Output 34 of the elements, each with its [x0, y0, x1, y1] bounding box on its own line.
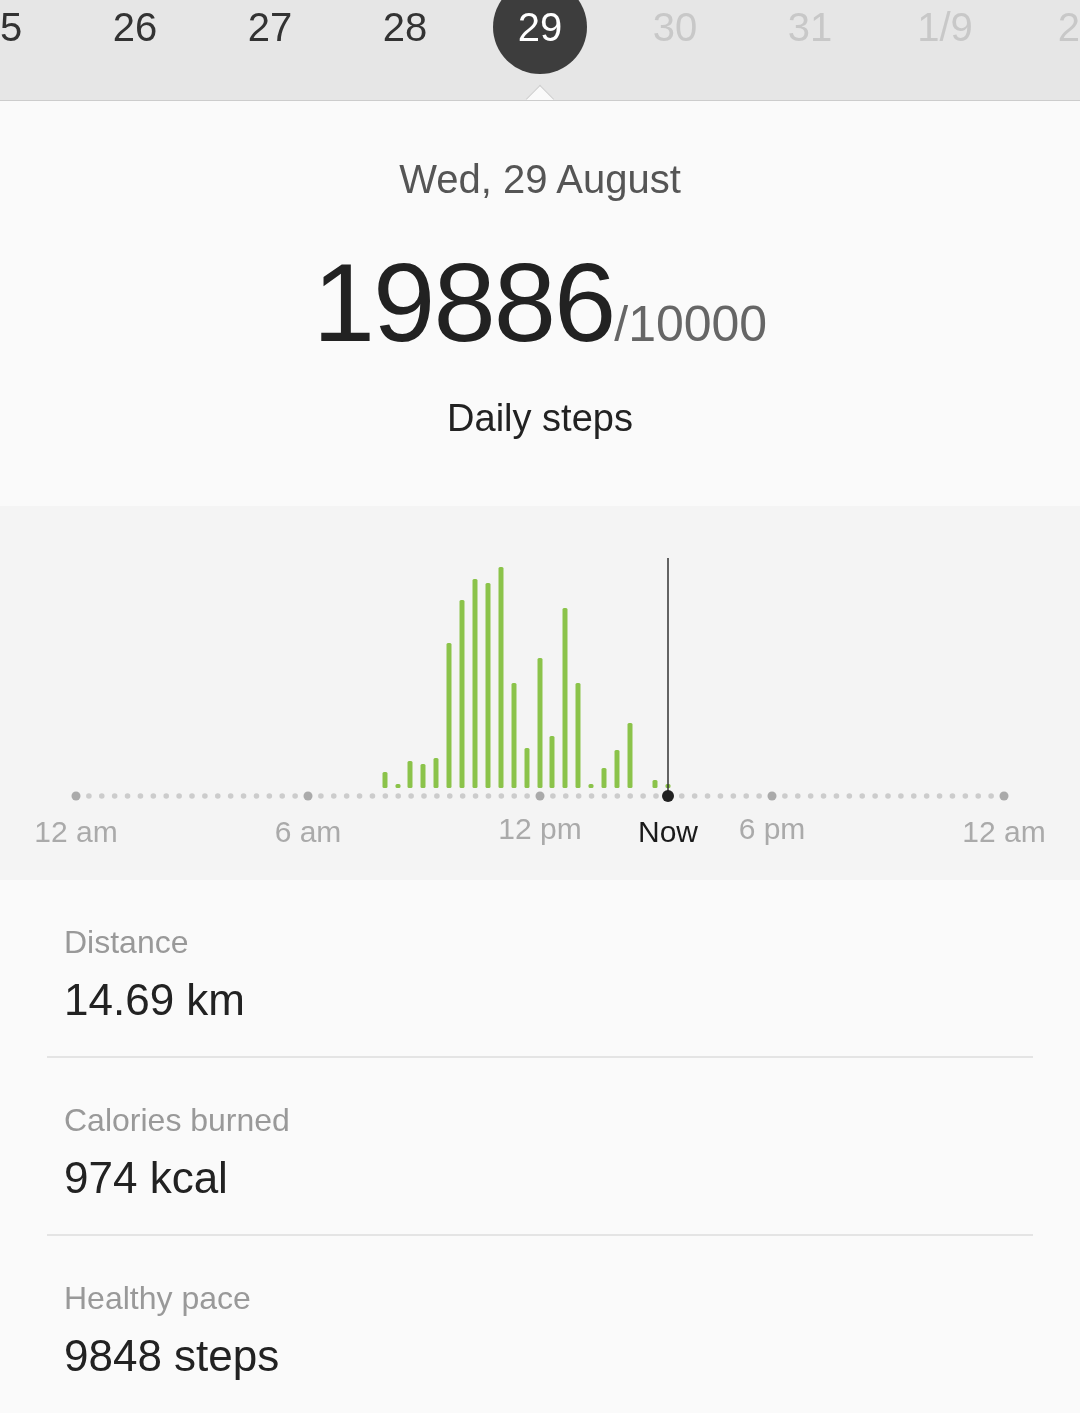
step-bar [588, 784, 594, 788]
stat-label: Healthy pace [64, 1282, 252, 1314]
date-tab[interactable]: 27 [247, 7, 293, 47]
axis-time-label: 12 pm [498, 814, 582, 844]
date-tab[interactable]: 26 [112, 7, 158, 47]
date-tab[interactable]: 29 [493, 0, 587, 74]
step-bar [433, 758, 439, 788]
step-bar [524, 748, 530, 788]
step-bar [652, 780, 658, 788]
step-goal: /10000 [614, 299, 768, 349]
step-bar [420, 764, 426, 788]
date-tab[interactable]: 28 [382, 7, 428, 47]
step-bar [395, 784, 401, 788]
step-bar [627, 723, 633, 788]
stat-value: 14.69 km [64, 978, 246, 1022]
axis-time-label: 6 am [274, 817, 342, 847]
axis-time-label: 12 am [962, 817, 1046, 847]
step-bar [407, 761, 413, 788]
step-bar [601, 768, 607, 788]
axis-time-label: 12 am [34, 817, 118, 847]
step-bar [549, 736, 555, 788]
step-bar [614, 750, 620, 788]
step-bar [382, 772, 388, 788]
stat-label: Calories burned [64, 1104, 291, 1136]
axis-time-label: 6 pm [738, 814, 806, 844]
date-label: Wed, 29 August [399, 159, 681, 199]
stat-label: Distance [64, 926, 190, 958]
date-tab[interactable]: 5 [0, 7, 23, 47]
stat-value: 9848 steps [64, 1334, 281, 1378]
now-label: Now [638, 817, 698, 847]
chart-caption: Daily steps [447, 399, 633, 437]
step-count: 19886 [312, 247, 615, 359]
step-bar [665, 784, 671, 788]
stat-value: 974 kcal [64, 1156, 229, 1200]
